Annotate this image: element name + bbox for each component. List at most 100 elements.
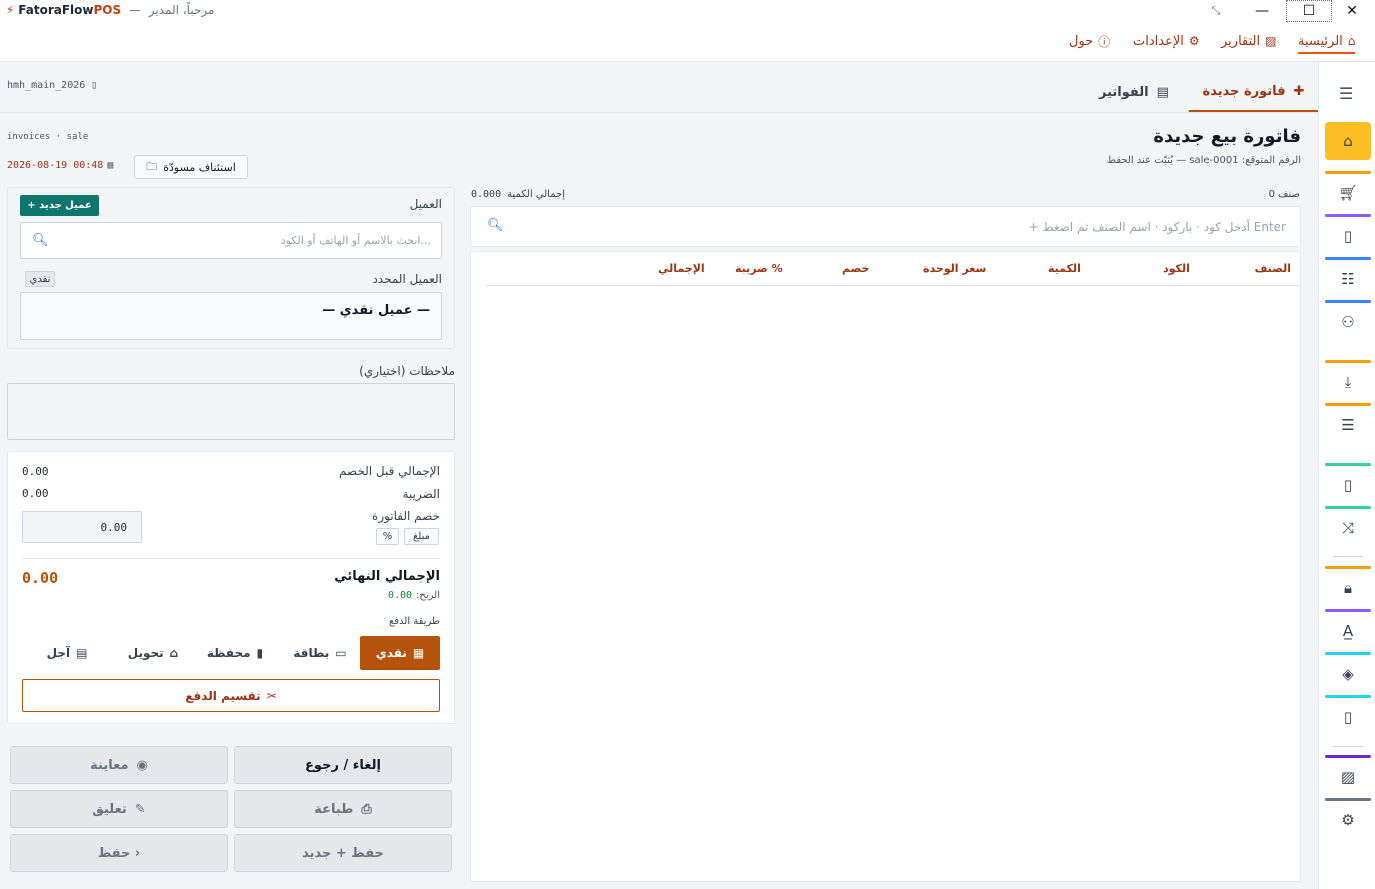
info-icon: ⓘ — [1098, 34, 1111, 49]
payment-credit-label: آجل — [46, 646, 71, 660]
tax-value: 0.00 — [22, 487, 49, 500]
download-icon: ⤓ — [1344, 373, 1352, 391]
tab-invoices[interactable]: الفواتير ▤ — [1099, 72, 1169, 112]
tab-new-invoice-label: فاتورة جديدة — [1202, 83, 1286, 99]
notebook-icon: ▯ — [1343, 476, 1353, 494]
preview-label: معاينة — [90, 757, 129, 773]
chart-icon: ▨ — [1340, 768, 1356, 786]
sidebar-item-invoices[interactable]: ▯ — [1325, 214, 1371, 255]
breadcrumb: invoices · sale — [7, 132, 89, 142]
profit-value: 0.00 — [387, 590, 413, 601]
customer-search-input[interactable]: ابحث بالاسم أو الهاتف أو الكود... 🔍︎ — [20, 222, 442, 259]
database-indicator: hmh_main_2026 ▯ — [7, 80, 97, 91]
col-item: الصنف — [1254, 262, 1291, 275]
preview-button[interactable]: معاينة ◉ — [10, 746, 228, 784]
sidebar-item-purchase-list[interactable]: ☰ — [1325, 403, 1371, 444]
cancel-button[interactable]: إلغاء / رجوع — [234, 746, 452, 784]
split-payment-button[interactable]: تقسيم الدفع ✂ — [22, 679, 440, 712]
sidebar-item-reports[interactable]: ▨ — [1325, 755, 1371, 796]
discount-amount-toggle[interactable]: مبلغ — [404, 528, 439, 545]
discount-percent-toggle[interactable]: % — [376, 528, 399, 545]
col-unit-price: سعر الوحدة — [923, 262, 987, 275]
sidebar-item-device[interactable]: ▯ — [1325, 695, 1371, 736]
new-customer-button[interactable]: + عميل جديد — [20, 195, 99, 216]
db-name: hmh_main_2026 — [7, 80, 86, 91]
menu-settings[interactable]: الإعدادات ⚙ — [1133, 32, 1200, 54]
tab-bar: فاتورة جديدة ✚ الفواتير ▤ hmh_main_2026 ▯ — [0, 62, 1318, 113]
invoice-datetime[interactable]: 2026-08-19 00:48 ▦ — [7, 160, 113, 171]
sidebar-divider — [1333, 556, 1363, 557]
plus-icon: ✚ — [1293, 83, 1305, 99]
table-header-divider — [486, 285, 1300, 286]
resume-draft-label: استئناف مسودّة — [163, 160, 236, 174]
list-icon: ☰ — [1341, 416, 1355, 434]
sidebar-item-lock[interactable]: 🔒︎ — [1325, 566, 1371, 607]
greeting-text: مرحباً، المدير — [148, 3, 215, 17]
tab-new-invoice[interactable]: فاتورة جديدة ✚ — [1189, 72, 1318, 112]
menu-about[interactable]: حول ⓘ — [1069, 32, 1110, 54]
selected-customer-box: — عميل نقدي — — [20, 292, 442, 340]
sidebar-item-customers[interactable]: ⚇ — [1325, 300, 1371, 341]
expected-number-line: الرقم المتوقع: sale-0001 — يُثبّت عند ال… — [1107, 155, 1301, 166]
expected-note: — يُثبّت عند الحفظ — [1106, 155, 1187, 166]
tax-label: الضريبة — [402, 487, 440, 501]
final-total-value: 0.00 — [22, 569, 59, 587]
sidebar-item-home[interactable]: ⌂ — [1325, 122, 1371, 160]
menu-reports[interactable]: التقارير ▨ — [1221, 32, 1276, 54]
resume-draft-button[interactable]: 🗀 استئناف مسودّة — [134, 155, 248, 179]
item-search-box[interactable]: + أدخل كود · باركود · اسم الصنف ثم اضغط … — [470, 206, 1301, 247]
sidebar-item-stock[interactable]: ▯ — [1325, 463, 1371, 504]
print-button[interactable]: طباعة ⎙ — [234, 790, 452, 828]
payment-card-label: بطاقة — [293, 646, 330, 660]
payment-card[interactable]: بطاقة ▭ — [280, 636, 360, 670]
payment-wallet-label: محفظة — [206, 646, 251, 660]
close-button[interactable]: ✕ — [1329, 0, 1375, 22]
notes-label: ملاحظات (اختياري) — [359, 364, 455, 378]
tablet-icon: ▯ — [1343, 708, 1353, 726]
payment-method-label: طريقة الدفع — [388, 616, 440, 627]
payment-wallet[interactable]: محفظة ▮ — [195, 636, 275, 670]
profit-line: الربح: 0.00 — [388, 590, 440, 601]
total-qty-label: إجمالي الكمية — [507, 189, 565, 200]
col-qty: الكمية — [1048, 262, 1081, 275]
restore-icon[interactable]: ⤡ — [1193, 0, 1239, 22]
sidebar-item-layers[interactable]: ◈ — [1325, 652, 1371, 693]
sidebar-item-purchases[interactable]: ⤓ — [1325, 360, 1371, 401]
notes-textarea[interactable] — [7, 383, 455, 440]
items-count: 0 صنف — [1268, 189, 1300, 200]
save-new-button[interactable]: حفظ + جديد — [234, 834, 452, 872]
maximize-button[interactable]: ☐ — [1286, 0, 1332, 22]
menu-about-label: حول — [1069, 33, 1094, 49]
payment-credit[interactable]: آجل ▤ — [27, 636, 107, 670]
expected-number: sale-0001 — [1189, 155, 1239, 166]
print-label: طباعة — [314, 801, 354, 817]
payment-cash[interactable]: نقدي ▦ — [360, 636, 440, 670]
save-label: حفظ › — [97, 845, 141, 861]
sidebar-item-list[interactable]: ☷ — [1325, 257, 1371, 298]
sidebar-item-language[interactable]: A̲ — [1325, 609, 1371, 650]
sidebar: ☰ ⌂ 🛒︎ ▯ ☷ ⚇ ⤓ ☰ ▯ ⤨ 🔒︎ A̲ ◈ ▯ ▨ ⚙ — [1318, 62, 1375, 889]
menu-home[interactable]: الرئيسية ⌂ — [1298, 32, 1356, 54]
pin-icon: ✎ — [134, 801, 146, 817]
total-qty-value: 0.000 — [471, 189, 502, 200]
sidebar-item-sales[interactable]: 🛒︎ — [1325, 171, 1371, 212]
menu-settings-label: الإعدادات — [1133, 33, 1184, 49]
items-table — [470, 251, 1301, 882]
hold-button[interactable]: تعليق ✎ — [10, 790, 228, 828]
layers-icon: ◈ — [1342, 665, 1354, 683]
payment-transfer[interactable]: تحويل ⌂ — [113, 636, 193, 670]
app-title: ⚡ FatoraFlowPOS — مرحباً، المدير — [6, 3, 214, 17]
invoice-discount-input[interactable]: 0.00 — [22, 511, 142, 543]
app-name: FatoraFlow — [18, 3, 94, 17]
lock-icon: 🔒︎ — [1344, 579, 1352, 597]
sidebar-item-transfer[interactable]: ⤨ — [1325, 506, 1371, 547]
payment-cash-label: نقدي — [375, 646, 407, 660]
save-button[interactable]: حفظ › — [10, 834, 228, 872]
cancel-label: إلغاء / رجوع — [305, 757, 381, 773]
sidebar-item-settings[interactable]: ⚙ — [1325, 798, 1371, 839]
tab-invoices-label: الفواتير — [1099, 84, 1149, 100]
hamburger-menu-icon[interactable]: ☰ — [1339, 84, 1353, 103]
minimize-button[interactable]: — — [1239, 0, 1285, 22]
app-name-suffix: POS — [93, 3, 122, 17]
folder-icon: 🗀 — [146, 159, 158, 173]
